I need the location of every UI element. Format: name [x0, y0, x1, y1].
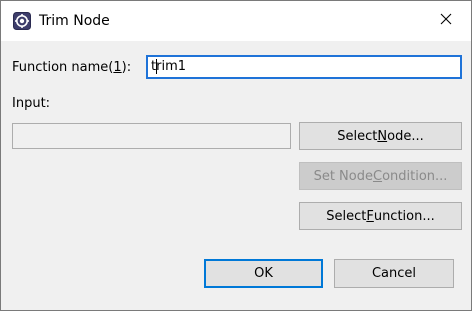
select-node-button[interactable]: Select Node...	[299, 122, 462, 150]
select-node-label-before: Select	[337, 128, 378, 144]
close-button[interactable]	[429, 5, 463, 37]
close-icon	[440, 13, 452, 29]
select-function-label-after: unction...	[373, 208, 435, 224]
select-function-label-mnemonic: F	[366, 208, 374, 224]
cancel-button[interactable]: Cancel	[334, 259, 454, 288]
title-bar[interactable]: Trim Node	[1, 1, 471, 41]
select-function-label-before: Select	[326, 208, 367, 224]
dialog-title: Trim Node	[39, 13, 110, 29]
trim-node-dialog: Trim Node Function name(1): trim1 Input:…	[0, 0, 472, 311]
function-name-label-prefix: Function name(	[12, 60, 114, 75]
function-name-label-suffix: ):	[121, 60, 132, 75]
ok-button[interactable]: OK	[204, 259, 323, 288]
set-node-condition-label-mnemonic: C	[372, 168, 383, 184]
set-node-condition-button[interactable]: Set Node Condition...	[299, 162, 462, 190]
function-name-value-rest: rim1	[156, 59, 187, 74]
function-name-label-mnemonic: 1	[113, 60, 122, 75]
function-name-label: Function name(1):	[12, 60, 131, 76]
set-node-condition-label-before: Set Node	[313, 168, 373, 184]
app-gear-icon	[13, 12, 31, 30]
select-node-label-mnemonic: N	[377, 128, 388, 144]
select-node-label-after: ode...	[387, 128, 424, 144]
input-label: Input:	[12, 96, 51, 111]
select-function-button[interactable]: Select Function...	[299, 202, 462, 230]
set-node-condition-label-after: ondition...	[382, 168, 448, 184]
function-name-input[interactable]: trim1	[146, 55, 462, 79]
input-field[interactable]	[12, 123, 291, 149]
